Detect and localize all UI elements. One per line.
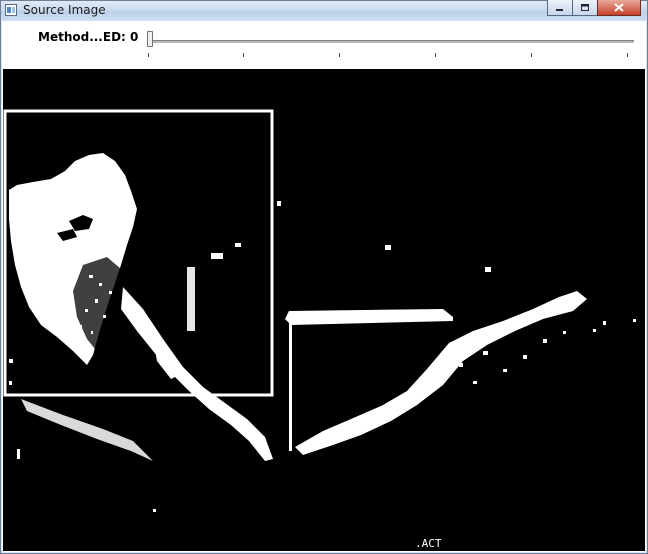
window-controls [547,0,641,18]
close-icon [614,3,624,12]
trackbar-tick [435,53,436,57]
maximize-icon [581,4,589,11]
trackbar-tick [531,53,532,57]
trackbar-label: Method...ED: 0 [38,30,139,44]
trackbar-tick [627,53,628,57]
image-canvas[interactable]: .ACT [3,69,645,551]
app-icon [5,4,17,16]
title-bar[interactable]: Source Image [1,0,647,21]
trackbar-thumb[interactable] [147,31,153,47]
thresholded-image: .ACT [3,69,645,551]
close-button[interactable] [597,0,641,16]
window-title: Source Image [23,3,106,17]
trackbar-row: Method...ED: 0 [3,23,645,70]
minimize-button[interactable] [547,0,572,16]
trackbar-tick [148,53,149,57]
trackbar-tick [243,53,244,57]
minimize-icon [556,8,563,11]
trackbar-tick [339,53,340,57]
trackbar-track[interactable] [150,40,634,43]
bottom-overlay-text: .ACT [415,537,442,550]
client-area: Method...ED: 0 .ACT [2,21,646,552]
source-image-window: Source Image Method...ED: 0 .ACT [0,0,648,554]
maximize-button[interactable] [572,0,597,16]
